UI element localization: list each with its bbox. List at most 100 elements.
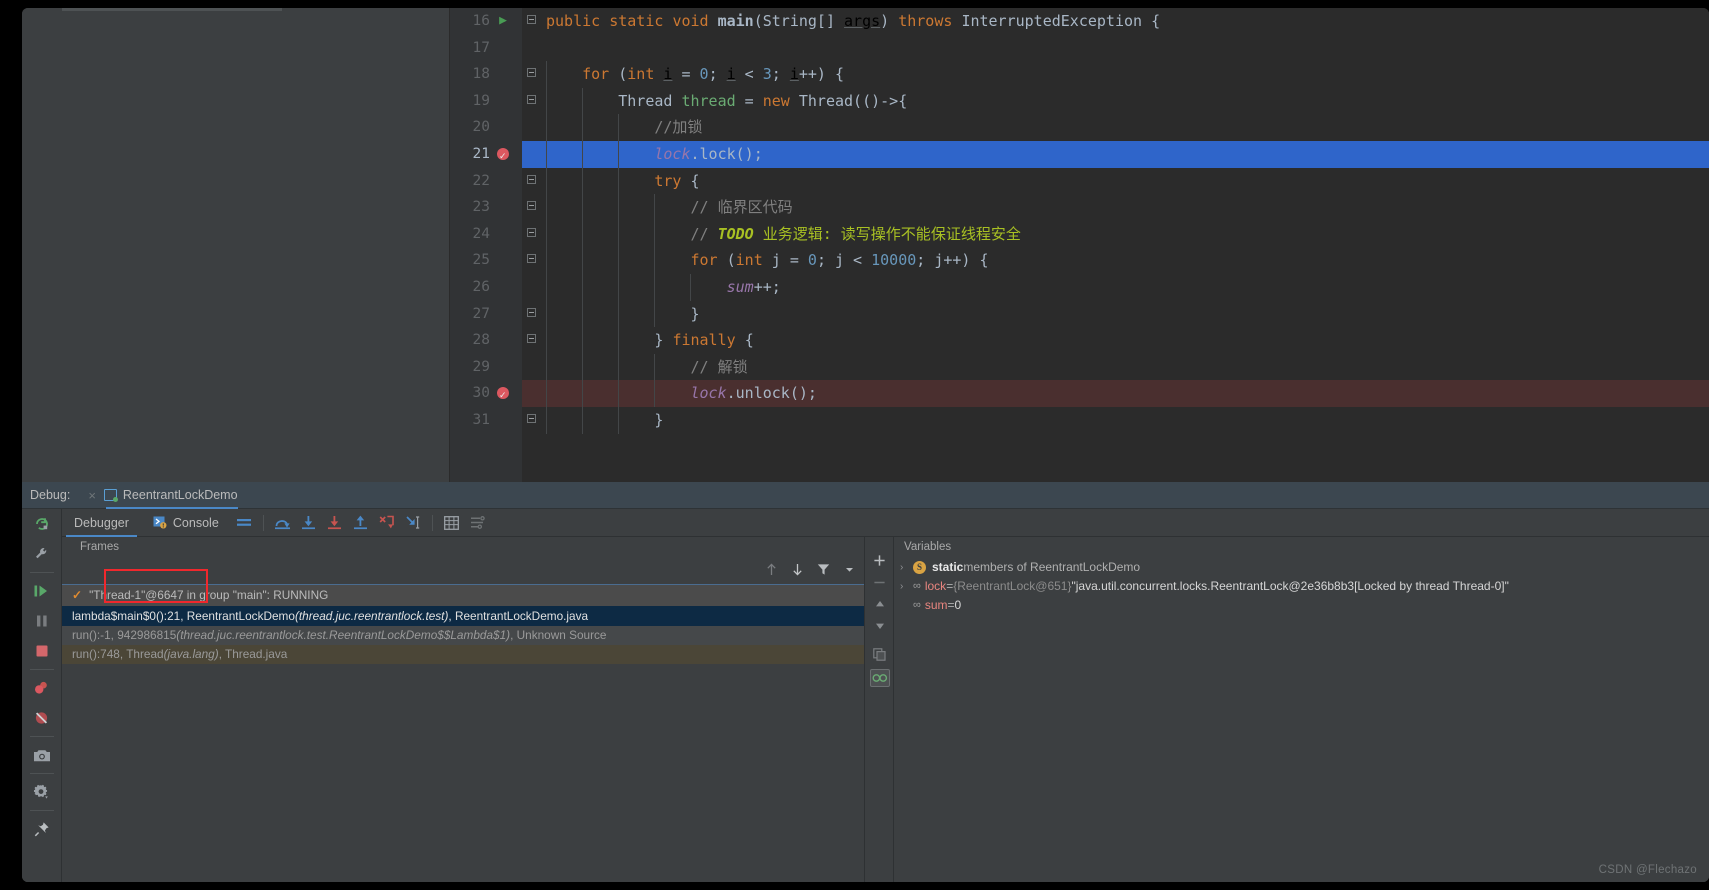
settings-list-icon[interactable] xyxy=(465,509,491,537)
rerun-icon[interactable] xyxy=(22,509,62,539)
fold-toggle-icon[interactable] xyxy=(522,407,540,434)
fold-toggle-icon[interactable] xyxy=(522,168,540,195)
fold-toggle-icon[interactable] xyxy=(522,61,540,88)
tab-console-label: Console xyxy=(172,515,219,530)
code-text: public static void main(String[] args) t… xyxy=(546,12,1161,30)
frame-file: , Thread.java xyxy=(218,647,288,661)
frames-title: Frames xyxy=(80,541,119,553)
run-to-cursor-icon[interactable] xyxy=(400,509,426,537)
drop-frame-icon[interactable] xyxy=(374,509,400,537)
code-text: try { xyxy=(654,171,700,190)
toolbar-divider xyxy=(431,514,433,531)
line-number: 24 xyxy=(472,225,490,242)
code-line[interactable]: 30 lock.unlock(); xyxy=(450,380,1709,410)
frame-row[interactable]: run():748, Thread (java.lang), Thread.ja… xyxy=(62,645,864,664)
debug-session-tab[interactable]: × ReentrantLockDemo xyxy=(88,482,238,509)
force-step-into-icon[interactable] xyxy=(322,509,348,537)
fold-toggle-icon[interactable] xyxy=(522,221,540,248)
tab-debugger[interactable]: Debugger xyxy=(62,509,141,537)
frame-row[interactable]: lambda$main$0():21, ReentrantLockDemo (t… xyxy=(62,606,864,626)
debug-panel: Debugger Console Frames ✓ "Thread-1"@664… xyxy=(22,509,1709,882)
fold-toggle-icon[interactable] xyxy=(522,247,540,274)
variable-row[interactable]: ∞ sum = 0 xyxy=(894,596,1709,615)
tab-console[interactable]: Console xyxy=(141,509,231,537)
frames-thread-row[interactable]: ✓ "Thread-1"@6647 in group "main": RUNNIN… xyxy=(62,569,864,606)
frame-package: (java.lang) xyxy=(163,647,219,661)
code-line[interactable]: 25 for (int j = 0; j < 10000; j++) { xyxy=(450,247,1709,274)
frame-file: , ReentrantLockDemo.java xyxy=(448,609,589,623)
close-icon[interactable]: × xyxy=(88,488,96,503)
code-line[interactable]: 22 try { xyxy=(450,167,1709,195)
line-number: 21 xyxy=(472,145,490,162)
view-breakpoints-icon[interactable] xyxy=(22,673,62,703)
code-line[interactable]: 24 // TODO 业务逻辑: 读写操作不能保证线程安全 xyxy=(450,220,1709,248)
rail-divider xyxy=(29,810,54,811)
up-icon[interactable] xyxy=(866,593,894,615)
code-line[interactable]: 16 ▶ public static void main(String[] args… xyxy=(450,8,1709,35)
code-line[interactable]: 20 //加锁 xyxy=(450,114,1709,141)
code-line[interactable]: 26 sum++; xyxy=(450,273,1709,301)
code-line[interactable]: 23 // 临界区代码 xyxy=(450,194,1709,221)
expand-chevron-icon[interactable]: › xyxy=(900,558,913,577)
copy-icon[interactable] xyxy=(866,643,894,665)
code-text: } finally { xyxy=(546,331,754,350)
line-number: 30 xyxy=(472,385,490,402)
settings-gear-icon[interactable] xyxy=(22,777,62,807)
rail-divider xyxy=(29,736,54,737)
step-out-icon[interactable] xyxy=(348,509,374,537)
frames-list[interactable]: ✓ "Thread-1"@6647 in group "main": RUNNIN… xyxy=(62,569,864,882)
pause-program-icon[interactable] xyxy=(22,606,62,636)
expand-chevron-icon[interactable]: › xyxy=(900,577,913,596)
fold-toggle-icon[interactable] xyxy=(522,88,540,115)
line-number: 22 xyxy=(472,172,490,189)
wrench-icon[interactable] xyxy=(22,539,62,569)
layout-icon[interactable] xyxy=(231,509,257,537)
breakpoint-icon[interactable] xyxy=(494,380,512,410)
remove-icon[interactable] xyxy=(866,571,894,593)
code-line[interactable]: 28 } finally { xyxy=(450,327,1709,354)
code-line[interactable]: 27 } xyxy=(450,300,1709,328)
variable-name: sum xyxy=(924,598,948,612)
chevron-down-icon[interactable] xyxy=(840,559,858,579)
arrow-down-icon[interactable] xyxy=(788,559,806,579)
code-line[interactable]: 21 lock.lock(); xyxy=(450,140,1709,171)
add-icon[interactable] xyxy=(866,549,894,571)
run-gutter-icon[interactable]: ▶ xyxy=(494,8,512,35)
stop-icon[interactable] xyxy=(22,636,62,666)
variables-list[interactable]: › Sstatic members of ReentrantLockDemo › ∞ l… xyxy=(894,558,1709,882)
editor-left-pane xyxy=(22,8,450,482)
breakpoint-icon[interactable] xyxy=(494,141,512,171)
variables-pane: Variables › Sstatic members of ReentrantL… xyxy=(866,537,1709,882)
evaluate-expression-icon[interactable] xyxy=(439,509,465,537)
frame-row[interactable]: run():-1, 942986815 (thread.juc.reentran… xyxy=(62,626,864,645)
code-line[interactable]: 19 Thread thread = new Thread(()->{ xyxy=(450,87,1709,115)
frame-method: lambda$main$0():21, ReentrantLockDemo xyxy=(72,609,295,623)
variable-name: static xyxy=(932,560,964,574)
code-text: for (int i = 0; i < 3; i++) { xyxy=(582,65,845,84)
step-into-icon[interactable] xyxy=(296,509,322,537)
fold-toggle-icon[interactable] xyxy=(522,194,540,221)
pin-icon[interactable] xyxy=(22,814,62,844)
resume-program-icon[interactable] xyxy=(22,576,62,606)
fold-toggle-icon[interactable] xyxy=(522,301,540,328)
arrow-up-icon[interactable] xyxy=(762,559,780,579)
fold-toggle-icon[interactable] xyxy=(522,8,540,35)
code-line[interactable]: 17 xyxy=(450,35,1709,62)
code-area[interactable]: 16 ▶ public static void main(String[] args… xyxy=(450,8,1709,482)
filter-icon[interactable] xyxy=(814,559,832,579)
code-lines[interactable]: 16 ▶ public static void main(String[] args… xyxy=(450,8,1709,434)
code-line[interactable]: 18 for (int i = 0; i < 3; i++) { xyxy=(450,61,1709,88)
watch-icon[interactable] xyxy=(869,669,890,687)
mute-breakpoints-icon[interactable] xyxy=(22,703,62,733)
camera-icon[interactable] xyxy=(22,740,62,770)
line-background xyxy=(450,35,1709,62)
code-line[interactable]: 29 // 解锁 xyxy=(450,353,1709,381)
step-over-icon[interactable] xyxy=(270,509,296,537)
code-line[interactable]: 31 } xyxy=(450,406,1709,434)
fold-toggle-icon[interactable] xyxy=(522,327,540,354)
line-number: 25 xyxy=(472,252,490,269)
code-text: Thread thread = new Thread(()->{ xyxy=(546,91,908,110)
variable-row[interactable]: › ∞ lock = {ReentrantLock@651} "java.util.… xyxy=(894,577,1709,596)
variable-row[interactable]: › Sstatic members of ReentrantLockDemo xyxy=(894,558,1709,577)
down-icon[interactable] xyxy=(866,615,894,637)
